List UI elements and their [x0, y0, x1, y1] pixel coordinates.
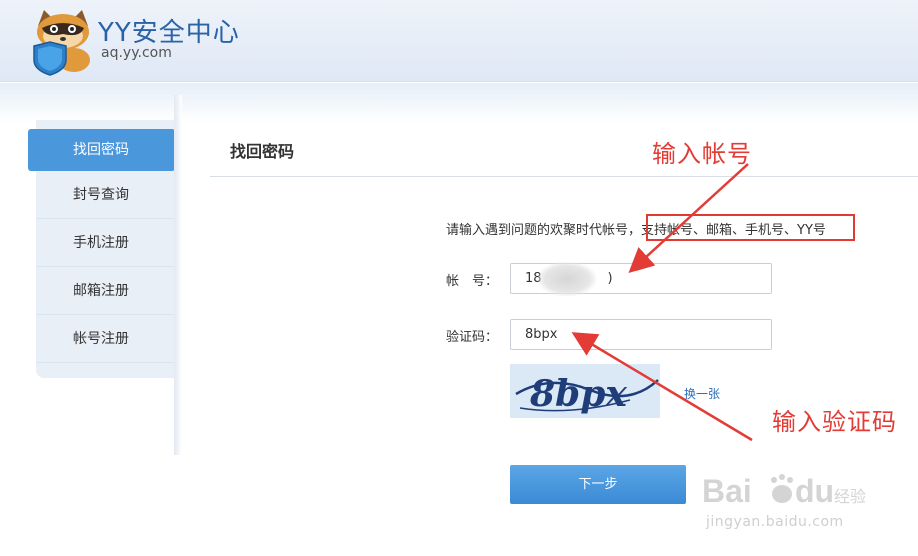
captcha-label: 验证码：: [446, 330, 499, 345]
svg-text:du: du: [795, 473, 834, 509]
sidebar: 找回密码 封号查询 手机注册 邮箱注册 帐号注册: [28, 120, 176, 378]
sidebar-item-recover-password[interactable]: 找回密码: [28, 129, 175, 171]
title-divider: [210, 176, 918, 177]
captcha-image[interactable]: 8bpx: [510, 364, 660, 418]
content-edge: [174, 95, 182, 455]
captcha-input[interactable]: 8bpx: [510, 319, 772, 350]
privacy-blur: [538, 262, 596, 296]
annotation-input-captcha: 输入验证码: [772, 408, 897, 436]
baidu-watermark-url: jingyan.baidu.com: [706, 514, 844, 530]
account-value-suffix: ): [607, 271, 613, 286]
header-band: [0, 83, 918, 123]
site-header: YY安全中心 aq.yy.com: [0, 0, 918, 82]
next-step-button[interactable]: 下一步: [510, 465, 686, 504]
site-domain: aq.yy.com: [101, 45, 172, 61]
site-title: YY安全中心: [98, 18, 240, 48]
baidu-watermark-logo: Bai du 经验: [700, 468, 870, 512]
refresh-captcha-link[interactable]: 换一张: [684, 385, 720, 402]
svg-text:经验: 经验: [834, 487, 866, 506]
annotation-input-account: 输入帐号: [652, 140, 752, 168]
sidebar-item-phone-register[interactable]: 手机注册: [36, 219, 176, 267]
captcha-glyphs: 8bpx: [529, 373, 627, 415]
highlight-box: [646, 214, 855, 241]
sidebar-item-email-register[interactable]: 邮箱注册: [36, 267, 176, 315]
svg-text:Bai: Bai: [702, 473, 752, 509]
account-label: 帐 号：: [446, 274, 499, 289]
page-title: 找回密码: [230, 142, 295, 161]
sidebar-item-ban-query[interactable]: 封号查询: [36, 171, 176, 219]
sidebar-item-account-register[interactable]: 帐号注册: [36, 315, 176, 363]
yy-logo-icon[interactable]: [30, 8, 96, 76]
